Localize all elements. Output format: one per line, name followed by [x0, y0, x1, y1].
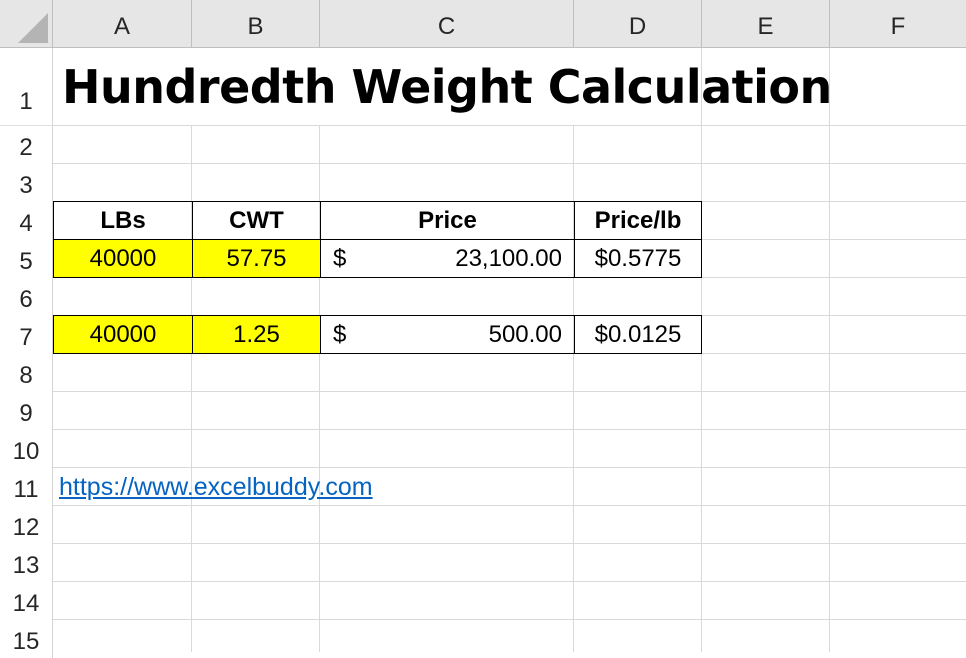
column-header-f[interactable]: F — [830, 0, 966, 48]
row-header-2[interactable]: 2 — [0, 126, 53, 164]
cell-c5-price[interactable]: $ 23,100.00 — [320, 239, 575, 278]
column-header-d[interactable]: D — [574, 0, 702, 48]
spreadsheet: A B C D E F 1 2 3 4 5 6 7 8 9 10 11 12 1… — [0, 0, 966, 658]
cell-b7-cwt-input[interactable]: 1.25 — [192, 315, 321, 354]
gridline — [53, 163, 966, 164]
row-header-10[interactable]: 10 — [0, 430, 53, 468]
gridline — [829, 48, 830, 652]
gridline — [53, 619, 966, 620]
row-header-6[interactable]: 6 — [0, 278, 53, 316]
row-header-1[interactable]: 1 — [0, 48, 53, 126]
gridline — [53, 543, 966, 544]
cell-a5-lbs-input[interactable]: 40000 — [53, 239, 193, 278]
currency-symbol: $ — [333, 320, 347, 348]
cell-d7-price-per-lb[interactable]: $0.0125 — [574, 315, 702, 354]
excelbuddy-link[interactable]: https://www.excelbuddy.com — [53, 473, 373, 502]
cell-c4-header[interactable]: Price — [320, 201, 575, 240]
price-value: 23,100.00 — [455, 244, 562, 272]
row-header-3[interactable]: 3 — [0, 164, 53, 202]
row-header-11[interactable]: 11 — [0, 468, 53, 506]
row-header-14[interactable]: 14 — [0, 582, 53, 620]
cell-c7-price[interactable]: $ 500.00 — [320, 315, 575, 354]
gridline — [53, 391, 966, 392]
cell-b4-header[interactable]: CWT — [192, 201, 321, 240]
select-all-triangle-icon — [18, 13, 48, 43]
row-header-13[interactable]: 13 — [0, 544, 53, 582]
column-header-a[interactable]: A — [53, 0, 192, 48]
row-header-8[interactable]: 8 — [0, 354, 53, 392]
cell-d4-header[interactable]: Price/lb — [574, 201, 702, 240]
row-header-12[interactable]: 12 — [0, 506, 53, 544]
column-header-e[interactable]: E — [702, 0, 830, 48]
gridline — [53, 429, 966, 430]
column-header-c[interactable]: C — [320, 0, 574, 48]
row-header-7[interactable]: 7 — [0, 316, 53, 354]
cell-a7-lbs-input[interactable]: 40000 — [53, 315, 193, 354]
gridline — [53, 581, 966, 582]
cell-d5-price-per-lb[interactable]: $0.5775 — [574, 239, 702, 278]
row-header-5[interactable]: 5 — [0, 240, 53, 278]
row-header-9[interactable]: 9 — [0, 392, 53, 430]
column-header-b[interactable]: B — [192, 0, 320, 48]
cell-a4-header[interactable]: LBs — [53, 201, 193, 240]
cell-a11: https://www.excelbuddy.com — [53, 468, 453, 506]
currency-symbol: $ — [333, 244, 347, 272]
gridline — [53, 125, 966, 126]
price-value: 500.00 — [488, 320, 562, 348]
select-all-button[interactable] — [0, 0, 53, 48]
row-header-15[interactable]: 15 — [0, 620, 53, 658]
cell-b5-cwt-input[interactable]: 57.75 — [192, 239, 321, 278]
row-header-4[interactable]: 4 — [0, 202, 53, 240]
gridline — [0, 125, 53, 126]
cell-a1-title[interactable]: Hundredth Weight Calculation — [54, 49, 832, 125]
